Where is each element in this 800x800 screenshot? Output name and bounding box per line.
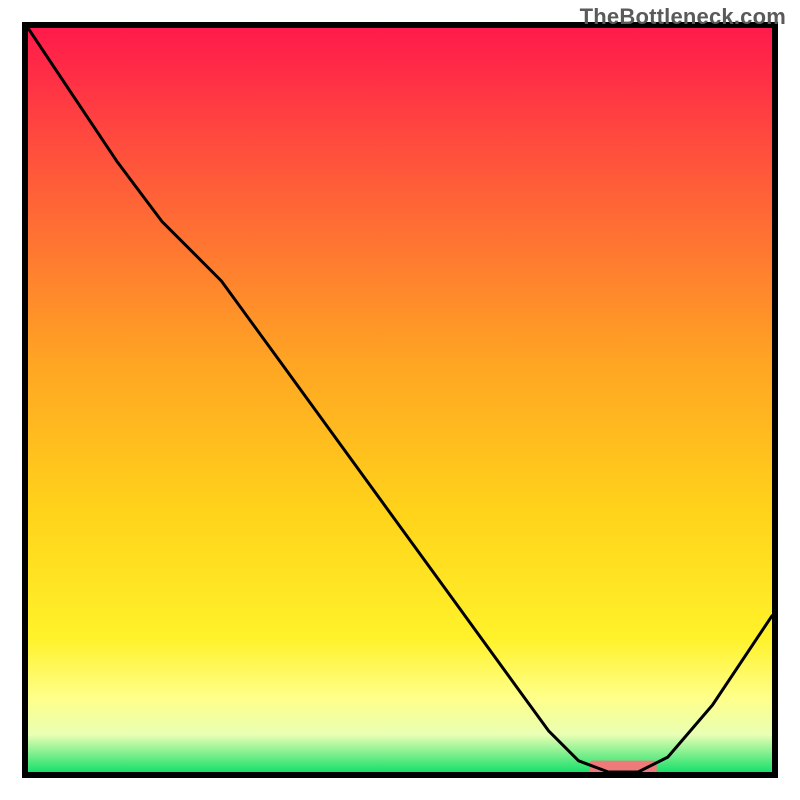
gradient-background	[28, 28, 772, 772]
chart-stage: TheBottleneck.com	[0, 0, 800, 800]
bottleneck-chart	[0, 0, 800, 800]
watermark-label: TheBottleneck.com	[580, 4, 786, 30]
